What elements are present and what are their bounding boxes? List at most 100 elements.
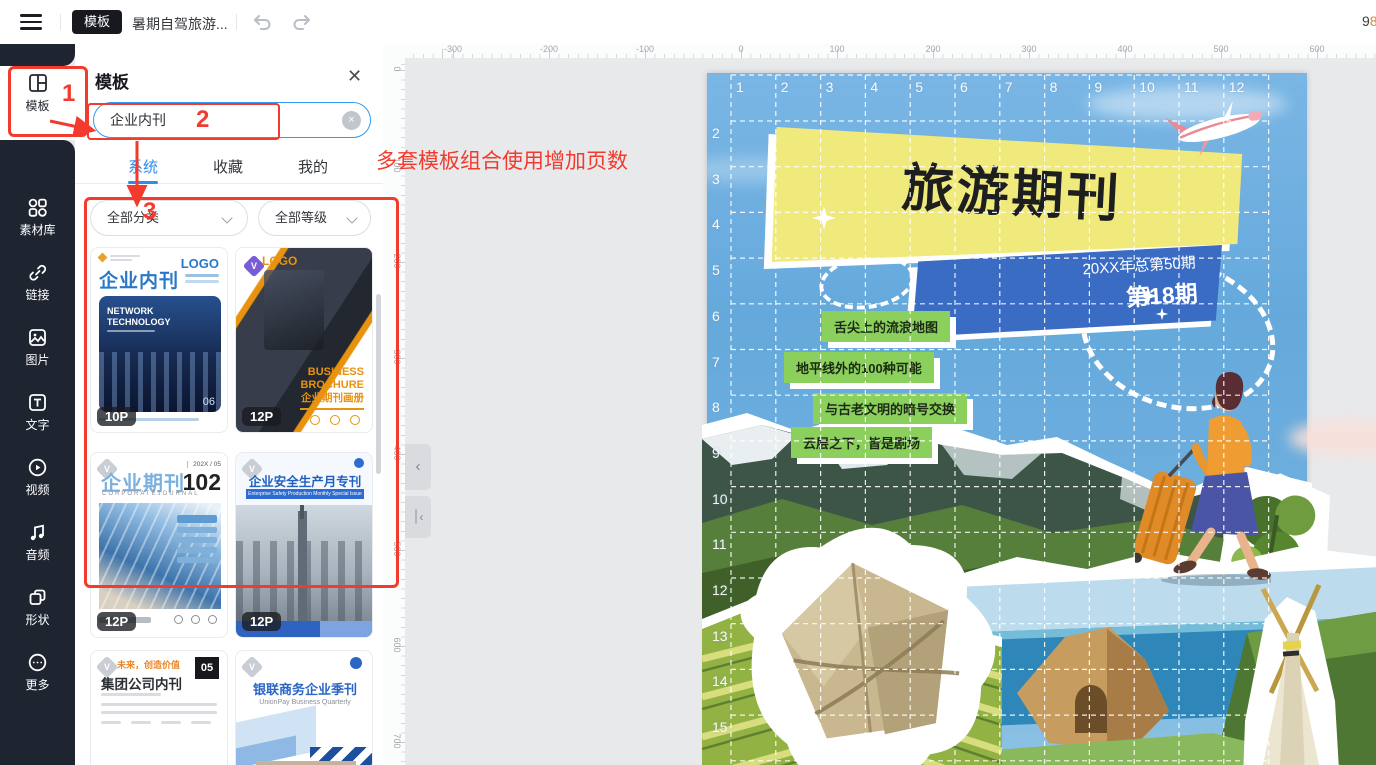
doc-type-badge: 模板 [72, 10, 122, 34]
search-box: × [93, 102, 371, 138]
template-card[interactable]: V 企业期刊 CORPORATEJOURNAL 202X / 05 102 12… [90, 452, 228, 638]
grid-row-number: 8 [712, 399, 720, 415]
template-card[interactable]: V 银联商务企业季刊 UnionPay Business Quarterly [235, 650, 373, 765]
template-card[interactable]: V 企业安全生产月专刊 Enterprise Safety Production… [235, 452, 373, 638]
sparkle-icon [811, 205, 837, 231]
page-count-badge: 12P [242, 612, 281, 631]
grid-col-number: 10 [1139, 79, 1155, 95]
topic-label[interactable]: 与古老文明的暗号交换 [813, 393, 967, 424]
v-ruler-label: 200 [392, 249, 402, 273]
traveler-illustration[interactable] [1135, 358, 1271, 588]
h-ruler-label: -100 [636, 44, 654, 54]
h-ruler-label: -200 [540, 44, 558, 54]
grid-col-number: 2 [781, 79, 789, 95]
sidebar-item-templates[interactable]: 模板 [0, 66, 75, 140]
grid-row-number: 12 [712, 582, 728, 598]
grid-col-number: 5 [915, 79, 923, 95]
redo-icon[interactable] [290, 10, 314, 34]
card-title: 银联商务企业季刊 [236, 679, 373, 698]
grid-col-number: 3 [826, 79, 834, 95]
h-ruler-label: 300 [1021, 44, 1036, 54]
panel-title: 模板 [95, 68, 129, 93]
card-photo [99, 503, 221, 609]
sidebar-item-label: 模板 [0, 97, 75, 114]
card-sub: UnionPay Business Quarterly [236, 699, 373, 706]
category-select[interactable]: 全部分类 [90, 200, 248, 236]
h-ruler-label: 400 [1117, 44, 1132, 54]
page-count-badge: 12P [242, 407, 281, 426]
v-ruler-label: 400 [392, 441, 402, 465]
sidebar-item-link[interactable]: 链接 [0, 247, 75, 312]
collapse-to-edge-button[interactable]: ׀‹ [405, 496, 431, 538]
zongzi-cutout[interactable] [703, 480, 1046, 765]
grid-row-number: 9 [712, 445, 720, 461]
undo-icon[interactable] [250, 10, 274, 34]
grid-col-number: 8 [1050, 79, 1058, 95]
template-panel: 模板 ✕ × 系统 收藏 我的 全部分类 全部等级 企业内刊 LOGO [75, 44, 383, 765]
grid-col-number: 9 [1094, 79, 1102, 95]
card-logo-text: LOGO [181, 256, 219, 271]
search-input[interactable] [110, 108, 320, 132]
card-photo [91, 733, 228, 765]
topic-label[interactable]: 舌尖上的流浪地图 [822, 311, 950, 342]
card-tagline: 未来，创造价值 [117, 658, 180, 671]
sidebar-item-more[interactable]: 更多 [0, 637, 75, 702]
panel-scrollbar[interactable] [376, 294, 381, 474]
topic-label[interactable]: 云层之下，皆是剧场 [791, 427, 932, 458]
v-ruler-label: 300 [392, 345, 402, 369]
shape-icon [27, 587, 48, 608]
sidebar-item-shape[interactable]: 形状 [0, 572, 75, 637]
template-card[interactable]: V LOGO BUSINESSBROCHURE 企业期刊画册 12P [235, 247, 373, 433]
grid-row-number: 3 [712, 171, 720, 187]
sidebar-item-video[interactable]: 视频 [0, 442, 75, 507]
h-ruler-label: 600 [1309, 44, 1324, 54]
sidebar-item-image[interactable]: 图片 [0, 312, 75, 377]
grid-col-number: 11 [1184, 79, 1199, 95]
card-brand: 企业内刊 [99, 266, 179, 293]
grid-row-number: 4 [712, 216, 720, 232]
vip-badge: V [241, 656, 264, 679]
page-count-badge: 12P [97, 612, 136, 631]
template-card[interactable]: V 未来，创造价值 05 集团公司内刊 [90, 650, 228, 765]
h-ruler-label: 100 [829, 44, 844, 54]
card-sub: Enterprise Safety Production Monthly Spe… [246, 489, 364, 499]
grid-row-number: 11 [712, 536, 727, 552]
divider [236, 14, 237, 30]
sidebar-item-assets[interactable]: 素材库 [0, 182, 75, 247]
top-bar: 模板 暑期自驾旅游... 98 [0, 0, 1376, 44]
h-ruler-label: 200 [925, 44, 940, 54]
h-ruler-label: 0 [738, 44, 743, 54]
audio-icon [27, 522, 48, 543]
sidebar-top-notch [0, 44, 75, 66]
close-icon[interactable]: ✕ [347, 66, 362, 87]
zoom-percent[interactable]: 98 [1362, 13, 1376, 29]
topic-label[interactable]: 地平线外的100种可能 [784, 352, 934, 383]
canvas-workspace[interactable]: 旅游期刊 20XX年总第50期 第18期 [405, 58, 1376, 765]
grid-col-number: 6 [960, 79, 968, 95]
divider [60, 14, 61, 30]
h-ruler-label: 500 [1213, 44, 1228, 54]
issue-number: 05 [195, 657, 219, 679]
grid-row-number: 6 [712, 308, 720, 324]
collapse-panel-button[interactable]: ‹ [405, 444, 431, 490]
teepee-cutout[interactable] [1235, 571, 1347, 765]
card-title: 集团公司内刊 [101, 673, 182, 693]
assets-icon [27, 197, 48, 218]
tab-favorites[interactable]: 收藏 [193, 156, 263, 177]
sidebar-item-text[interactable]: 文字 [0, 377, 75, 442]
v-ruler-label: 500 [392, 537, 402, 561]
tab-system[interactable]: 系统 [108, 156, 178, 177]
grid-row-number: 7 [712, 354, 720, 370]
template-card[interactable]: 企业内刊 LOGO NETWORKTECHNOLOGY 06 10P [90, 247, 228, 433]
horizontal-ruler: -300-200-1000100200300400500600 [405, 44, 1376, 58]
tab-mine[interactable]: 我的 [278, 156, 348, 177]
level-select[interactable]: 全部等级 [258, 200, 371, 236]
doc-title[interactable]: 暑期自驾旅游... [132, 14, 228, 34]
card-logo-mark [98, 253, 108, 263]
grid-row-number: 10 [712, 491, 728, 507]
sidebar-item-audio[interactable]: 音频 [0, 507, 75, 572]
clear-search-icon[interactable]: × [342, 111, 361, 130]
design-page[interactable]: 旅游期刊 20XX年总第50期 第18期 [707, 73, 1307, 765]
menu-icon[interactable] [20, 14, 42, 30]
chevron-down-icon [346, 212, 357, 223]
